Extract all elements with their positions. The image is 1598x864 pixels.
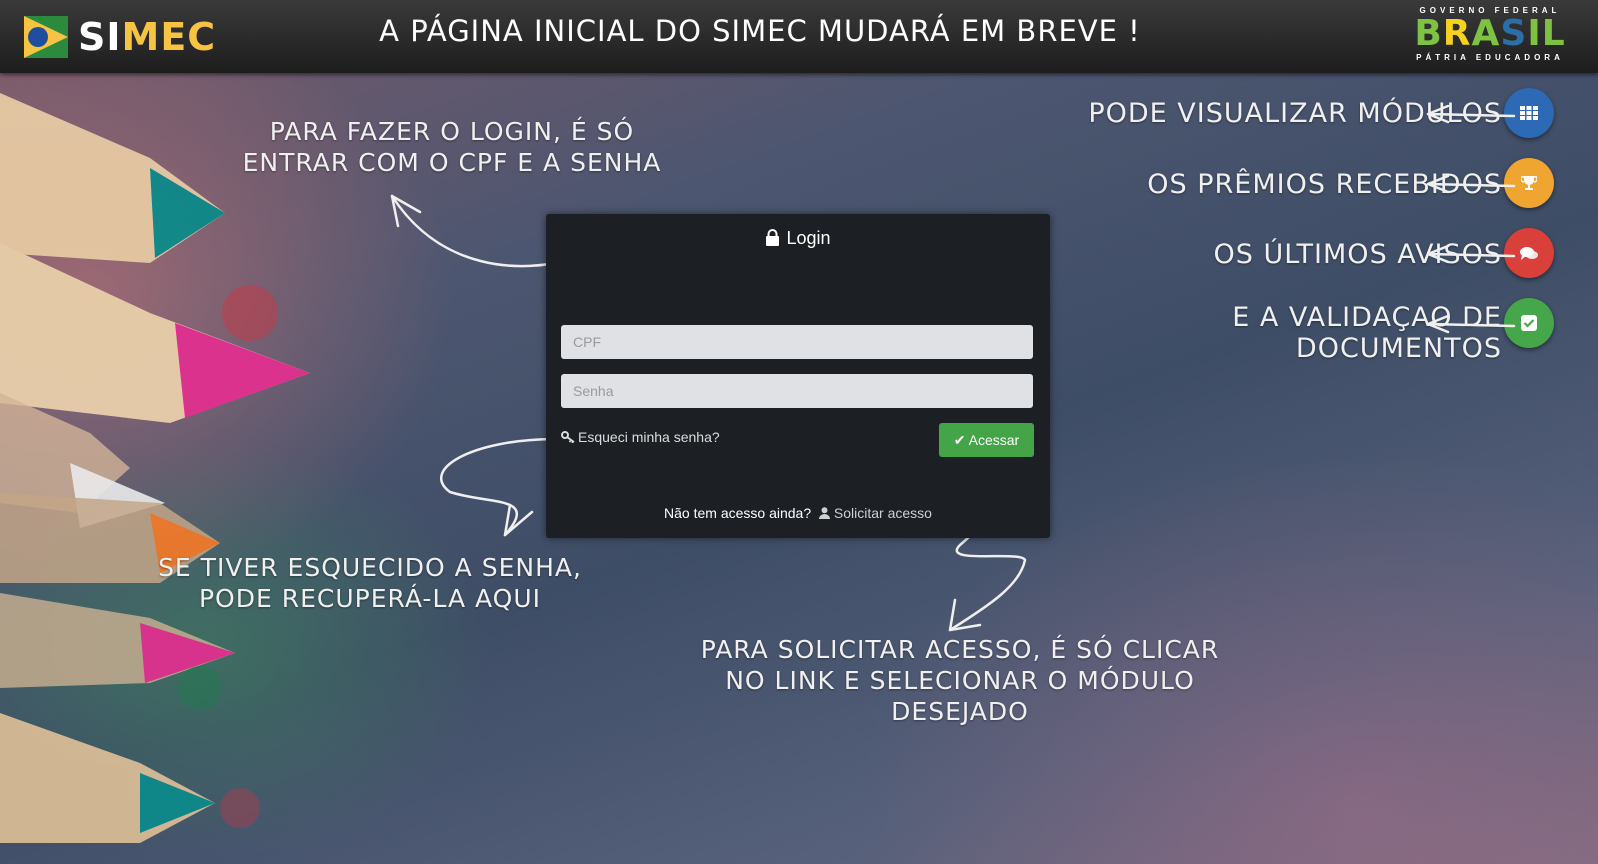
login-panel: Login Esqueci minha senha? ✔ Acessar Não… — [546, 214, 1050, 538]
modules-button[interactable] — [1504, 88, 1554, 138]
prizes-button[interactable] — [1504, 158, 1554, 208]
forgot-password-link[interactable]: Esqueci minha senha? — [561, 429, 720, 445]
top-bar: SIMEC A PÁGINA INICIAL DO SIMEC MUDARÁ E… — [0, 0, 1598, 73]
senha-input[interactable] — [561, 374, 1033, 408]
login-hint-text: Para fazer o login, é só entrar com o CP… — [242, 117, 662, 177]
no-access-text: Não tem acesso ainda? — [664, 505, 812, 521]
feature-prizes-label: Os prêmios recebidos — [1147, 168, 1502, 200]
request-arrow-head — [948, 598, 982, 632]
check-square-icon — [1521, 315, 1537, 331]
request-hint-text: Para solicitar acesso, é só clicar no li… — [700, 635, 1220, 726]
gov-brasil-wordmark: BRASIL — [1414, 13, 1566, 54]
user-icon — [819, 507, 831, 519]
validation-button[interactable] — [1504, 298, 1554, 348]
forgot-arrow — [440, 437, 555, 537]
request-access-link[interactable]: Solicitar acesso — [819, 505, 932, 521]
feature-modules-label: Pode visualizar módulos — [1088, 97, 1502, 129]
feature-notices: Os últimos avisos — [1214, 228, 1503, 280]
feature-validation: E a validaçao de documentos — [1202, 298, 1502, 368]
cpf-input[interactable] — [561, 325, 1033, 359]
simec-logo-icon — [24, 16, 68, 58]
feature-notices-label: Os últimos avisos — [1213, 238, 1502, 270]
gov-bottom-text: PÁTRIA EDUCADORA — [1416, 53, 1564, 62]
trophy-icon — [1521, 176, 1537, 190]
feature-validation-label: E a validaçao de documentos — [1232, 302, 1502, 364]
request-access-row: Não tem acesso ainda? Solicitar acesso — [546, 505, 1050, 521]
simec-logo-text: SIMEC — [78, 15, 217, 59]
feature-prizes: Os prêmios recebidos — [1147, 158, 1502, 210]
governo-federal-logo: GOVERNO FEDERAL BRASIL PÁTRIA EDUCADORA — [1414, 6, 1566, 62]
forgot-hint-text: Se tiver esquecido a senha, pode recuper… — [158, 553, 582, 613]
lock-icon — [766, 229, 780, 246]
chat-icon — [1520, 246, 1538, 260]
notices-button[interactable] — [1504, 228, 1554, 278]
announcement-headline: A PÁGINA INICIAL DO SIMEC MUDARÁ EM BREV… — [379, 14, 1141, 48]
check-icon: ✔ — [953, 431, 966, 448]
login-title-text: Login — [786, 228, 831, 248]
feature-modules: Pode visualizar módulos — [1088, 87, 1502, 139]
request-access-label: Solicitar acesso — [833, 505, 932, 521]
login-arrow-head — [390, 194, 422, 228]
forgot-arrow-head — [503, 503, 534, 537]
acessar-button[interactable]: ✔ Acessar — [939, 423, 1034, 457]
pencils-background-image — [0, 93, 310, 843]
grid-icon — [1520, 106, 1538, 120]
key-icon — [561, 431, 575, 444]
login-title: Login — [546, 228, 1050, 249]
forgot-password-label: Esqueci minha senha? — [578, 429, 720, 445]
simec-logo[interactable]: SIMEC — [22, 10, 216, 64]
acessar-label: Acessar — [968, 431, 1020, 448]
